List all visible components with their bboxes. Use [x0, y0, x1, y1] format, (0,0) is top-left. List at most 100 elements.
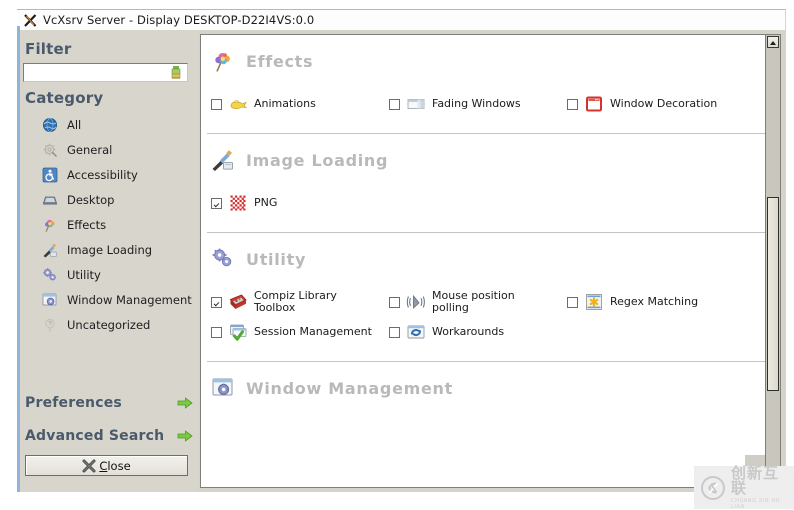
section-plugins: PNG [201, 182, 769, 232]
window-decoration-icon [584, 94, 604, 114]
checkbox-session-management[interactable] [211, 326, 222, 338]
sidebar-item-label: Desktop [67, 192, 115, 207]
window-titlebar: VcXsrv Server - Display DESKTOP-D22I4VS:… [17, 9, 786, 30]
sidebar-item-image-loading[interactable]: Image Loading [30, 237, 195, 262]
plugin-label: Fading Windows [432, 96, 521, 110]
filter-input-wrapper[interactable] [23, 63, 188, 82]
globe-icon [42, 117, 58, 133]
section-plugins: Compiz Library Toolbox Mouse position po… [201, 281, 769, 361]
sidebar-item-all[interactable]: All [30, 112, 195, 137]
clear-filter-icon[interactable] [169, 65, 183, 80]
close-x-icon [82, 459, 96, 473]
plugin-label: Animations [254, 96, 316, 110]
sidebar-item-accessibility[interactable]: Accessibility [30, 162, 195, 187]
checkbox-workarounds[interactable] [389, 326, 400, 338]
section-title: Utility [246, 249, 307, 269]
plugin-compiz-library-toolbox[interactable]: Compiz Library Toolbox [211, 287, 389, 317]
sidebar-item-label: Effects [67, 217, 107, 232]
section-header: Effects [201, 35, 769, 83]
accessibility-icon [42, 167, 58, 183]
session-management-icon [228, 322, 248, 342]
effects-icon [211, 49, 235, 73]
plugin-animations[interactable]: Animations [211, 89, 389, 119]
close-button-label: Close [99, 459, 130, 473]
compiz-toolbox-icon [228, 292, 248, 312]
plugin-label: Regex Matching [610, 294, 699, 308]
effects-icon [42, 217, 58, 233]
sidebar-item-effects[interactable]: Effects [30, 212, 195, 237]
sidebar-item-label: Utility [67, 267, 101, 282]
checkbox-mouse-position-polling[interactable] [389, 296, 400, 308]
section-title: Window Management [246, 378, 453, 398]
plugin-row: Compiz Library Toolbox Mouse position po… [211, 287, 769, 317]
workarounds-icon [406, 322, 426, 342]
section-header: Window Management [201, 362, 769, 410]
sidebar-item-label: Accessibility [67, 167, 138, 182]
filter-heading: Filter [25, 40, 72, 58]
plugin-window-decoration[interactable]: Window Decoration [567, 89, 745, 119]
advanced-search-link[interactable]: Advanced Search [25, 428, 199, 444]
plugin-row: Animations Fading Windows Window Decorat… [211, 89, 769, 119]
preferences-label: Preferences [25, 395, 122, 411]
section-plugins [201, 410, 769, 450]
plugin-label: PNG [254, 195, 278, 209]
image-loading-icon [211, 148, 235, 172]
scrollbar-thumb[interactable] [767, 197, 779, 391]
plugin-fading-windows[interactable]: Fading Windows [389, 89, 567, 119]
category-list: All General Accessibility Desktop Effect… [30, 112, 195, 337]
section-header: Image Loading [201, 134, 769, 182]
plugin-row: Session Management Workarounds [211, 317, 769, 347]
section-effects: Effects Animations Fading Windows Window… [201, 35, 769, 134]
section-utility: Utility Compiz Library Toolbox Mouse pos… [201, 233, 769, 362]
plugin-list-panel: Effects Animations Fading Windows Window… [200, 34, 770, 488]
watermark-pinyin: CHUANG XIN HU LIAN [731, 497, 780, 510]
section-header: Utility [201, 233, 769, 281]
cx-logo-icon [700, 475, 726, 501]
checkbox-window-decoration[interactable] [567, 98, 578, 110]
preferences-link[interactable]: Preferences [25, 395, 199, 411]
scroll-up-arrow-icon[interactable] [767, 36, 779, 48]
plugin-label: Mouse position polling [432, 288, 515, 314]
plugin-workarounds[interactable]: Workarounds [389, 317, 567, 347]
utility-gears-icon [211, 247, 235, 271]
regex-matching-icon [584, 292, 604, 312]
application-window: VcXsrv Server - Display DESKTOP-D22I4VS:… [0, 0, 794, 510]
sidebar-item-uncategorized[interactable]: Uncategorized [30, 312, 195, 337]
checkbox-fading-windows[interactable] [389, 98, 400, 110]
close-button[interactable]: Close [25, 455, 188, 476]
section-image-loading: Image Loading PNG [201, 134, 769, 233]
checkbox-regex-matching[interactable] [567, 296, 578, 308]
sidebar-item-desktop[interactable]: Desktop [30, 187, 195, 212]
sidebar: Filter Category All General Accessibilit… [20, 30, 198, 492]
plugin-sections: Effects Animations Fading Windows Window… [201, 35, 769, 450]
plugin-label: Window Decoration [610, 96, 718, 110]
section-plugins: Animations Fading Windows Window Decorat… [201, 83, 769, 133]
x-logo-icon [24, 13, 37, 27]
close-rest: lose [107, 458, 131, 473]
sidebar-item-general[interactable]: General [30, 137, 195, 162]
watermark-text: 创新互联 CHUANG XIN HU LIAN [731, 463, 794, 510]
sidebar-item-window-management[interactable]: Window Management [30, 287, 195, 312]
sidebar-item-utility[interactable]: Utility [30, 262, 195, 287]
plugin-mouse-position-polling[interactable]: Mouse position polling [389, 287, 567, 317]
mouse-polling-icon [406, 292, 426, 312]
vertical-scrollbar[interactable] [765, 34, 781, 488]
plugin-row: PNG [211, 188, 769, 218]
plugin-session-management[interactable]: Session Management [211, 317, 389, 347]
sidebar-item-label: Window Management [67, 292, 192, 307]
checkbox-animations[interactable] [211, 98, 222, 110]
watermark-chinese: 创新互联 [731, 463, 780, 497]
sidebar-item-label: All [67, 117, 82, 132]
category-heading: Category [25, 89, 104, 107]
checkbox-compiz-library-toolbox[interactable] [211, 296, 222, 308]
search-input[interactable] [27, 65, 167, 80]
plugin-png[interactable]: PNG [211, 188, 389, 218]
section-title: Image Loading [246, 150, 389, 170]
gear-outline-icon [42, 142, 58, 158]
checkbox-png[interactable] [211, 197, 222, 209]
plugin-label: Compiz Library Toolbox [254, 288, 337, 314]
plugin-regex-matching[interactable]: Regex Matching [567, 287, 745, 317]
green-arrow-right-icon [177, 396, 193, 410]
sidebar-item-label: Image Loading [67, 242, 153, 257]
question-bulb-icon [42, 317, 58, 333]
